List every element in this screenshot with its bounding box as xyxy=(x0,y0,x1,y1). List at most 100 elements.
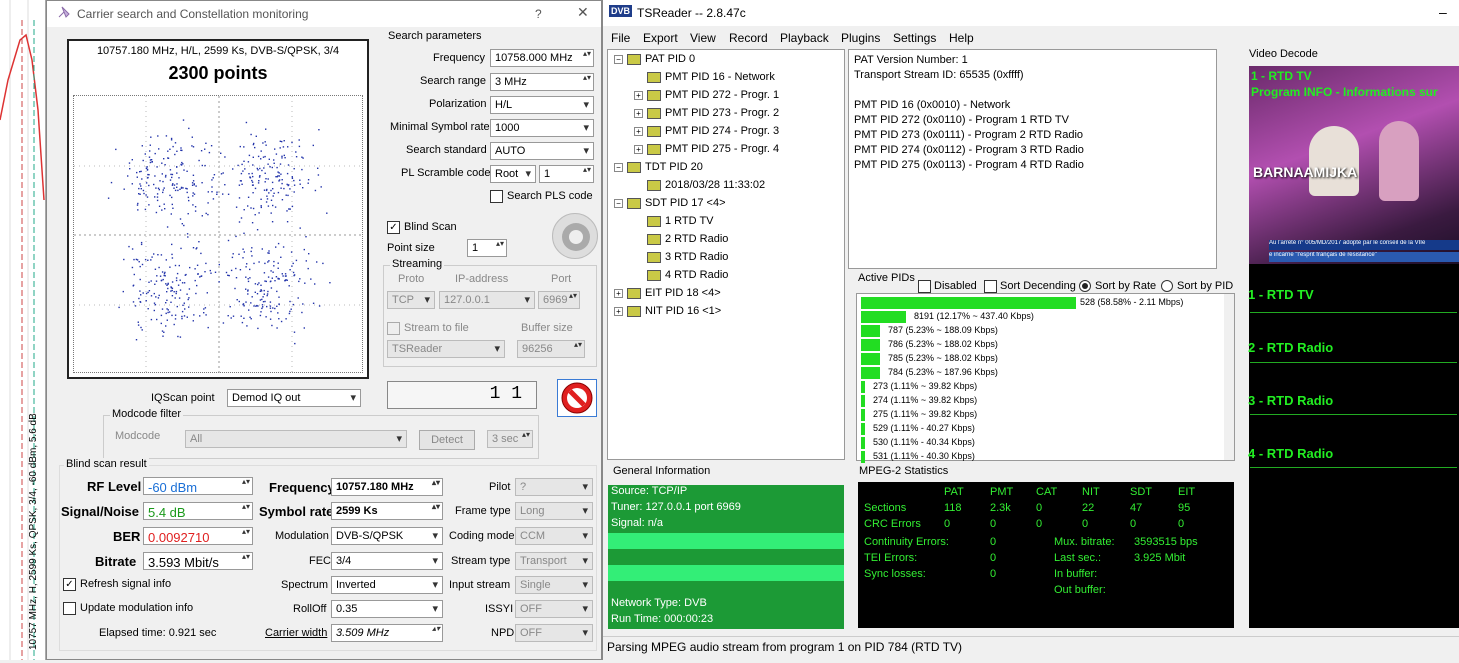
frame-type-select[interactable]: Long xyxy=(515,502,593,520)
search-range-input[interactable]: 3 MHz xyxy=(490,73,594,91)
expand-icon[interactable]: + xyxy=(634,126,643,136)
tree-item[interactable]: 1 RTD TV xyxy=(634,215,714,227)
tree-item[interactable]: + EIT PID 18 <4> xyxy=(614,287,721,299)
coding-mode-select[interactable]: CCM xyxy=(515,527,593,545)
constellation-point xyxy=(155,211,158,214)
pid-tree[interactable]: − PAT PID 0 PMT PID 16 - Network + PMT PID 2… xyxy=(607,49,845,460)
expand-icon[interactable]: + xyxy=(614,306,623,316)
modulation-select[interactable]: DVB-S/QPSK xyxy=(331,527,443,545)
constellation-point xyxy=(289,269,291,271)
result-frequency-label: Frequency xyxy=(269,480,335,495)
tree-item[interactable]: + PMT PID 273 - Progr. 2 xyxy=(634,107,779,119)
iqscan-select[interactable]: Demod IQ out xyxy=(227,389,361,407)
npd-select[interactable]: OFF xyxy=(515,624,593,642)
close-button[interactable]: ✕ xyxy=(577,4,589,21)
constellation-point xyxy=(271,277,273,279)
stream-type-select[interactable]: Transport xyxy=(515,552,593,570)
constellation-point xyxy=(254,283,257,285)
pl-scramble-mode-select[interactable]: Root xyxy=(490,165,536,183)
tree-item[interactable]: + PMT PID 272 - Progr. 1 xyxy=(634,89,779,101)
tree-item[interactable]: + PMT PID 275 - Progr. 4 xyxy=(634,143,779,155)
tree-item[interactable]: − TDT PID 20 xyxy=(614,161,703,173)
update-modulation-checkbox[interactable] xyxy=(63,602,76,615)
constellation-point xyxy=(192,192,194,194)
stop-button[interactable] xyxy=(557,379,597,417)
menu-playback[interactable]: Playback xyxy=(780,31,829,45)
pilot-select[interactable]: ? xyxy=(515,478,593,496)
constellation-point xyxy=(235,277,238,279)
expand-icon[interactable]: − xyxy=(614,162,623,172)
pl-scramble-value-input[interactable]: 1 xyxy=(539,165,594,183)
detect-time-input[interactable]: 3 sec xyxy=(487,430,533,448)
constellation-point xyxy=(260,206,262,209)
tree-item[interactable]: − PAT PID 0 xyxy=(614,53,695,65)
issyi-select[interactable]: OFF xyxy=(515,600,593,618)
help-button[interactable]: ? xyxy=(535,7,542,21)
constellation-point xyxy=(145,292,148,295)
menu-file[interactable]: File xyxy=(611,31,630,45)
constellation-point xyxy=(298,280,300,283)
expand-icon[interactable]: + xyxy=(634,108,643,118)
expand-icon[interactable]: − xyxy=(614,54,623,64)
blind-scan-checkbox[interactable]: ✓ xyxy=(387,221,400,234)
constellation-point xyxy=(317,167,319,169)
buffer-size-input[interactable]: 96256 xyxy=(517,340,585,358)
tree-item-label: 2018/03/28 11:33:02 xyxy=(665,179,766,191)
constellation-point xyxy=(247,289,249,291)
constellation-point xyxy=(185,273,187,276)
table-icon xyxy=(647,251,661,263)
expand-icon[interactable]: + xyxy=(634,90,643,100)
min-symbol-rate-select[interactable]: 1000 xyxy=(490,119,594,137)
constellation-point xyxy=(280,320,283,323)
rolloff-select[interactable]: 0.35 xyxy=(331,600,443,618)
minimize-button[interactable]: – xyxy=(1439,4,1447,20)
menu-plugins[interactable]: Plugins xyxy=(841,31,880,45)
tree-item[interactable]: PMT PID 16 - Network xyxy=(634,71,775,83)
port-input[interactable]: 6969 xyxy=(538,291,580,309)
modcode-select[interactable]: All xyxy=(185,430,407,448)
tree-item[interactable]: 2 RTD Radio xyxy=(634,233,728,245)
pid-list-scrollbar[interactable] xyxy=(1224,294,1234,460)
frequency-input[interactable]: 10758.000 MHz xyxy=(490,49,594,67)
ip-select[interactable]: 127.0.0.1 xyxy=(439,291,535,309)
constellation-point xyxy=(171,314,173,317)
carrier-width-label[interactable]: Carrier width xyxy=(265,627,327,639)
stream-app-select[interactable]: TSReader xyxy=(387,340,505,358)
sort-by-rate-radio[interactable] xyxy=(1079,280,1091,292)
detect-button[interactable]: Detect xyxy=(419,430,475,450)
input-stream-select[interactable]: Single xyxy=(515,576,593,594)
expand-icon[interactable]: + xyxy=(614,288,623,298)
fec-select[interactable]: 3/4 xyxy=(331,552,443,570)
tree-item[interactable]: 3 RTD Radio xyxy=(634,251,728,263)
search-standard-select[interactable]: AUTO xyxy=(490,142,594,160)
sort-decending-checkbox[interactable] xyxy=(984,280,997,293)
search-pls-checkbox[interactable] xyxy=(490,190,503,203)
sort-by-pid-radio[interactable] xyxy=(1161,280,1173,292)
menu-export[interactable]: Export xyxy=(643,31,678,45)
point-size-input[interactable]: 1 xyxy=(467,239,507,257)
constellation-point xyxy=(163,331,165,333)
tree-item[interactable]: 4 RTD Radio xyxy=(634,269,728,281)
tree-item[interactable]: − SDT PID 17 <4> xyxy=(614,197,726,209)
expand-icon[interactable]: + xyxy=(634,144,643,154)
general-info-row: Source: TCP/IP xyxy=(608,485,844,501)
spectrum-select[interactable]: Inverted xyxy=(331,576,443,594)
constellation-point xyxy=(171,196,173,199)
tree-item[interactable]: + PMT PID 274 - Progr. 3 xyxy=(634,125,779,137)
menu-help[interactable]: Help xyxy=(949,31,974,45)
menu-record[interactable]: Record xyxy=(729,31,768,45)
menu-settings[interactable]: Settings xyxy=(893,31,936,45)
expand-icon[interactable]: − xyxy=(614,198,623,208)
refresh-signal-checkbox[interactable]: ✓ xyxy=(63,578,76,591)
tree-item[interactable]: 2018/03/28 11:33:02 xyxy=(634,179,765,191)
constellation-point xyxy=(110,181,113,184)
stream-to-file-checkbox[interactable] xyxy=(387,322,400,335)
info-scrollbar[interactable] xyxy=(1219,49,1229,269)
menu-view[interactable]: View xyxy=(690,31,716,45)
polarization-select[interactable]: H/L xyxy=(490,96,594,114)
constellation-point xyxy=(251,181,254,183)
tree-item[interactable]: + NIT PID 16 <1> xyxy=(614,305,721,317)
proto-select[interactable]: TCP xyxy=(387,291,435,309)
disabled-checkbox[interactable] xyxy=(918,280,931,293)
constellation-point xyxy=(276,176,278,178)
